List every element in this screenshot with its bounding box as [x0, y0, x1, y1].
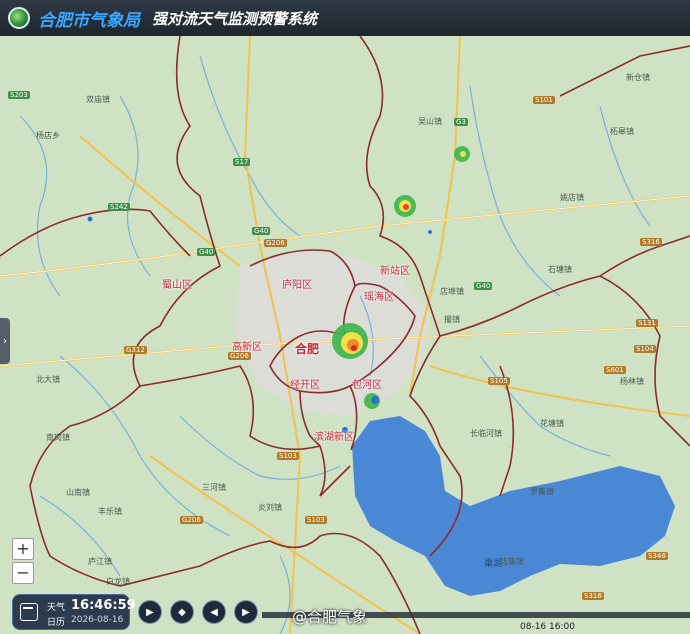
next-icon: ▶ — [242, 606, 250, 618]
road-shield: S601 — [604, 366, 626, 374]
road-shield: S316 — [582, 592, 604, 600]
road-shield: S101 — [533, 96, 555, 104]
app-header: 合肥市气象局 强对流天气监测预警系统 — [0, 0, 690, 36]
town-label: 吴山镇 — [418, 117, 442, 126]
chevron-right-icon: › — [3, 335, 7, 347]
radar-map[interactable]: 蜀山区 庐阳区 新站区 瑶海区 高新区 经开区 包河区 滨湖新区 合肥 巢湖 S… — [0, 36, 690, 634]
road-shield: S131 — [636, 319, 658, 327]
road-shield: S105 — [488, 377, 510, 385]
town-label: 丰乐镇 — [98, 507, 122, 516]
town-label: 杨林镇 — [620, 377, 644, 386]
road-shield: G40 — [474, 282, 493, 290]
town-label: 白龙镇 — [106, 577, 130, 586]
road-shield: S346 — [646, 552, 668, 560]
weibo-watermark: @合肥气象 — [292, 608, 368, 626]
town-label: 三河镇 — [202, 483, 226, 492]
bureau-logo-icon — [8, 7, 30, 29]
next-frame-button[interactable]: ▶ — [234, 600, 258, 624]
town-label: 花塘镇 — [540, 419, 564, 428]
district-label-yaohai: 瑶海区 — [364, 292, 394, 303]
district-label-shushan: 蜀山区 — [162, 280, 192, 291]
road-shield: G312 — [124, 346, 147, 354]
clock-widget: 天气 日历 16:46:59 2026-08-16 — [12, 594, 136, 630]
town-label: 长临河镇 — [470, 429, 502, 438]
system-title: 强对流天气监测预警系统 — [152, 9, 318, 28]
town-label: 店集镇 — [500, 557, 524, 566]
road-shield: G40 — [197, 248, 216, 256]
city-label-hefei: 合肥 — [295, 342, 320, 356]
map-canvas — [0, 36, 690, 634]
district-label-luyang: 庐阳区 — [282, 280, 312, 291]
district-label-baohe: 包河区 — [352, 380, 382, 391]
town-label: 罗集镇 — [530, 487, 554, 496]
road-shield: S103 — [277, 452, 299, 460]
loop-button[interactable]: ◆ — [170, 600, 194, 624]
road-shield: S316 — [640, 238, 662, 246]
road-shield: G206 — [228, 352, 251, 360]
town-label: 撮镇 — [444, 315, 460, 324]
timeline-label: 08-16 16:00 — [520, 622, 575, 632]
road-shield: G206 — [180, 516, 203, 524]
town-label: 柘皋镇 — [610, 127, 634, 136]
road-shield: S17 — [233, 158, 251, 166]
prev-frame-button[interactable]: ◀ — [202, 600, 226, 624]
district-label-gaoxin: 高新区 — [232, 342, 262, 353]
town-label: 庐江镇 — [88, 557, 112, 566]
town-label: 姚店镇 — [560, 193, 584, 202]
town-label: 北大镇 — [36, 375, 60, 384]
prev-icon: ◀ — [210, 606, 218, 618]
road-shield: S103 — [305, 516, 327, 524]
side-panel-toggle[interactable]: › — [0, 318, 10, 364]
road-shield: G3 — [454, 118, 468, 126]
zoom-out-button[interactable]: − — [12, 562, 34, 584]
road-shield: S203 — [8, 91, 30, 99]
zoom-in-button[interactable]: + — [12, 538, 34, 560]
road-shield: S104 — [634, 345, 656, 353]
road-shield: G206 — [264, 239, 287, 247]
bureau-title: 合肥市气象局 — [38, 10, 140, 31]
loop-icon: ◆ — [178, 606, 186, 618]
town-label: 双庙镇 — [86, 95, 110, 104]
town-label: 新仓镇 — [626, 73, 650, 82]
current-date: 2026-08-16 — [71, 615, 124, 625]
play-icon: ▶ — [146, 606, 154, 618]
road-shield: S242 — [108, 203, 130, 211]
town-label: 店埠镇 — [440, 287, 464, 296]
weather-label: 天气 — [47, 603, 66, 613]
town-label: 石塘镇 — [548, 265, 572, 274]
calendar-icon — [20, 603, 38, 621]
district-label-binhu: 滨湖新区 — [314, 432, 354, 443]
road-shield: G40 — [252, 227, 271, 235]
calendar-label: 日历 — [47, 618, 66, 628]
town-label: 炎刘镇 — [258, 503, 282, 512]
town-label: 杨店乡 — [36, 131, 60, 140]
town-label: 南岗镇 — [46, 433, 70, 442]
district-label-xinzhan: 新站区 — [380, 266, 410, 277]
current-time: 16:46:59 — [71, 598, 136, 613]
play-button[interactable]: ▶ — [138, 600, 162, 624]
district-label-jingkai: 经开区 — [290, 380, 320, 391]
town-label: 山南镇 — [66, 488, 90, 497]
